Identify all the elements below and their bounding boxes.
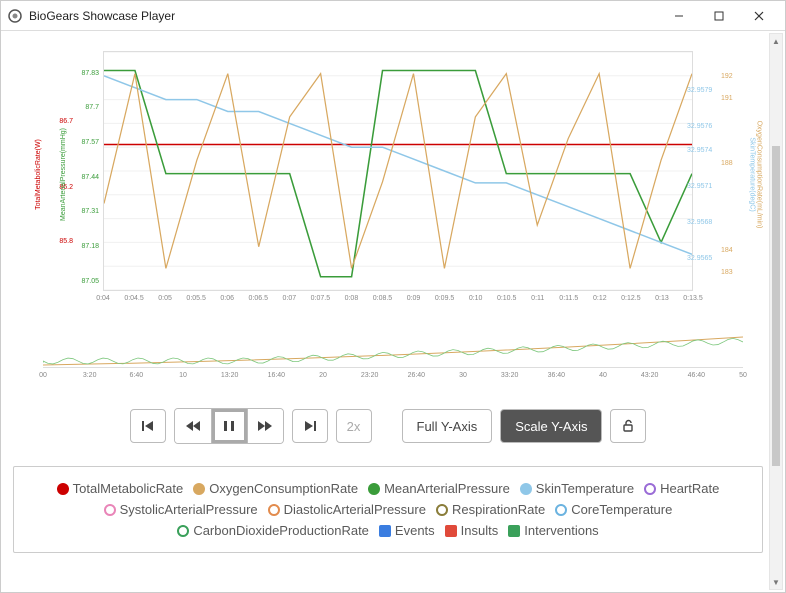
- close-button[interactable]: [739, 2, 779, 30]
- maximize-button[interactable]: [699, 2, 739, 30]
- legend-item-oxygenconsumptionrate[interactable]: OxygenConsumptionRate: [193, 481, 358, 496]
- axis-label-right1: SkinTemperature(degC): [748, 137, 755, 211]
- transport-group: [174, 408, 284, 444]
- legend-swatch: [436, 504, 448, 516]
- legend-swatch: [555, 504, 567, 516]
- legend-label: CoreTemperature: [571, 502, 672, 517]
- window-title: BioGears Showcase Player: [29, 9, 659, 23]
- legend-label: Insults: [461, 523, 499, 538]
- axis-label-left1: TotalMetabolicRate(W): [35, 139, 42, 210]
- legend-item-respirationrate[interactable]: RespirationRate: [436, 502, 545, 517]
- axis-label-right2: OxygenConsumptionRate(mL/min): [756, 121, 763, 229]
- axis-time: 0:040:04.50:050:05.50:060:06.50:070:07.5…: [103, 295, 693, 311]
- app-icon: [7, 8, 23, 24]
- legend-item-interventions[interactable]: Interventions: [508, 523, 598, 538]
- pause-button[interactable]: [211, 409, 247, 443]
- legend-item-events[interactable]: Events: [379, 523, 435, 538]
- legend-item-diastolicarterialpressure[interactable]: DiastolicArterialPressure: [268, 502, 426, 517]
- skip-forward-button[interactable]: [292, 409, 328, 443]
- legend-swatch: [368, 483, 380, 495]
- legend-label: OxygenConsumptionRate: [209, 481, 358, 496]
- rewind-icon: [185, 419, 201, 433]
- axis-oxygenconsumption: 183184188191192: [721, 51, 749, 291]
- overview-plot[interactable]: [43, 329, 743, 368]
- full-y-axis-button[interactable]: Full Y-Axis: [402, 409, 493, 443]
- legend-item-insults[interactable]: Insults: [445, 523, 499, 538]
- legend-label: RespirationRate: [452, 502, 545, 517]
- lock-button[interactable]: [610, 409, 646, 443]
- legend-label: SystolicArterialPressure: [120, 502, 258, 517]
- axis-label-left2: MeanArterialPressure(mmHg): [60, 128, 67, 221]
- content-area: 85.886.286.7 87.0587.1887.3187.4487.5787…: [1, 31, 785, 592]
- fast-forward-button[interactable]: [247, 409, 283, 443]
- plot-area[interactable]: [103, 51, 693, 291]
- legend-item-carbondioxideproductionrate[interactable]: CarbonDioxideProductionRate: [177, 523, 369, 538]
- legend-label: Interventions: [524, 523, 598, 538]
- legend-item-meanarterialpressure[interactable]: MeanArterialPressure: [368, 481, 510, 496]
- skip-back-button[interactable]: [130, 409, 166, 443]
- axis-meanarterialpressure: 87.0587.1887.3187.4487.5787.787.83: [71, 51, 99, 291]
- rewind-button[interactable]: [175, 409, 211, 443]
- vertical-scrollbar[interactable]: ▲ ▼: [769, 33, 783, 590]
- legend-label: DiastolicArterialPressure: [284, 502, 426, 517]
- forward-icon: [257, 419, 273, 433]
- legend-swatch: [520, 483, 532, 495]
- playback-controls: 2x Full Y-Axis Scale Y-Axis: [13, 408, 763, 444]
- legend-label: Events: [395, 523, 435, 538]
- speed-button[interactable]: 2x: [336, 409, 372, 443]
- legend-label: SkinTemperature: [536, 481, 634, 496]
- legend-item-skintemperature[interactable]: SkinTemperature: [520, 481, 634, 496]
- legend-swatch: [379, 525, 391, 537]
- legend-item-heartrate[interactable]: HeartRate: [644, 481, 719, 496]
- scroll-down-icon[interactable]: ▼: [770, 575, 782, 589]
- minimize-button[interactable]: [659, 2, 699, 30]
- pause-icon: [222, 419, 236, 433]
- title-bar: BioGears Showcase Player: [1, 1, 785, 31]
- legend-label: CarbonDioxideProductionRate: [193, 523, 369, 538]
- legend-swatch: [104, 504, 116, 516]
- overview-axis: 003:206:401013:2016:402023:2026:403033:2…: [43, 372, 743, 384]
- legend-swatch: [57, 483, 69, 495]
- legend-label: TotalMetabolicRate: [73, 481, 184, 496]
- unlock-icon: [621, 419, 635, 433]
- legend-swatch: [644, 483, 656, 495]
- legend-swatch: [193, 483, 205, 495]
- axis-skintemperature: 32.956532.956832.957132.957432.957632.95…: [687, 51, 721, 291]
- main-chart[interactable]: 85.886.286.7 87.0587.1887.3187.4487.5787…: [13, 51, 763, 321]
- scrollbar-thumb[interactable]: [772, 146, 780, 466]
- scroll-up-icon[interactable]: ▲: [770, 34, 782, 48]
- legend-item-totalmetabolicrate[interactable]: TotalMetabolicRate: [57, 481, 184, 496]
- scale-y-axis-button[interactable]: Scale Y-Axis: [500, 409, 602, 443]
- legend-swatch: [177, 525, 189, 537]
- overview-chart[interactable]: 003:206:401013:2016:402023:2026:403033:2…: [13, 329, 763, 384]
- legend-swatch: [445, 525, 457, 537]
- legend-swatch: [508, 525, 520, 537]
- legend-label: HeartRate: [660, 481, 719, 496]
- legend-item-systolicarterialpressure[interactable]: SystolicArterialPressure: [104, 502, 258, 517]
- skip-back-icon: [141, 419, 155, 433]
- skip-forward-icon: [303, 419, 317, 433]
- legend-item-coretemperature[interactable]: CoreTemperature: [555, 502, 672, 517]
- legend-label: MeanArterialPressure: [384, 481, 510, 496]
- legend-swatch: [268, 504, 280, 516]
- legend-panel: TotalMetabolicRate OxygenConsumptionRate M…: [13, 466, 763, 553]
